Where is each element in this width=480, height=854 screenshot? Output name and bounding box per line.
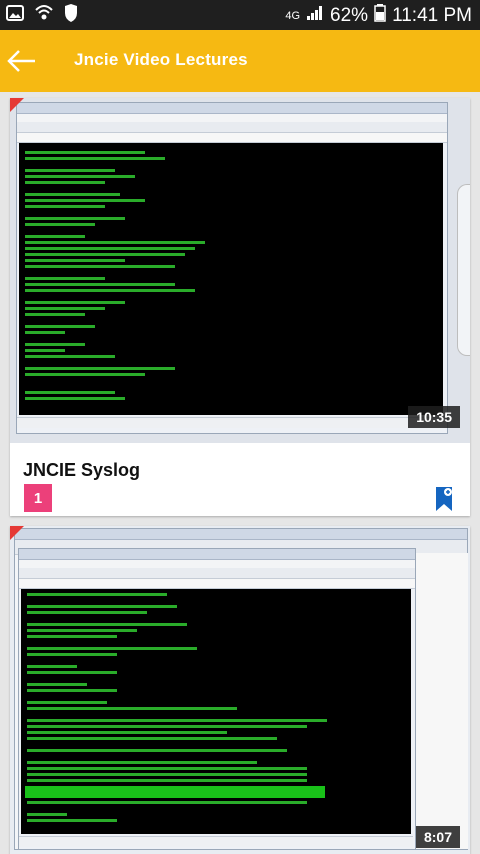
picture-icon (6, 5, 24, 27)
video-thumbnail[interactable]: 8:07 (10, 526, 470, 854)
terminal-screen (21, 589, 411, 834)
signal-icon (306, 5, 324, 27)
network-type: 4G (285, 10, 301, 22)
video-card[interactable]: 10:35 JNCIE Syslog 1 (10, 98, 470, 516)
app-bar: Jncie Video Lectures (0, 30, 480, 92)
battery-percent: 62% (330, 5, 369, 26)
back-arrow-icon[interactable] (6, 46, 38, 76)
corner-marker (10, 98, 24, 112)
scroll-hint (457, 184, 470, 356)
video-list[interactable]: 10:35 JNCIE Syslog 1 8:07 (0, 92, 480, 854)
video-duration: 10:35 (408, 406, 460, 428)
video-title[interactable]: JNCIE Syslog (23, 460, 140, 481)
video-thumbnail[interactable]: 10:35 (10, 98, 470, 443)
battery-icon (374, 4, 386, 28)
terminal-screen (19, 143, 443, 415)
shield-icon (64, 4, 78, 28)
lecture-number-badge: 1 (24, 484, 52, 512)
thumbnail-window (16, 102, 448, 434)
wifi-shield-icon (34, 4, 54, 28)
video-duration: 8:07 (415, 826, 460, 848)
clock: 11:41 PM (392, 5, 472, 26)
corner-marker (10, 526, 24, 540)
status-bar: 4G 62% 11:41 PM (0, 0, 480, 30)
bookmark-icon[interactable] (434, 486, 454, 512)
thumbnail-window (18, 548, 416, 850)
page-title: Jncie Video Lectures (74, 50, 248, 69)
video-card[interactable]: 8:07 (10, 526, 470, 854)
